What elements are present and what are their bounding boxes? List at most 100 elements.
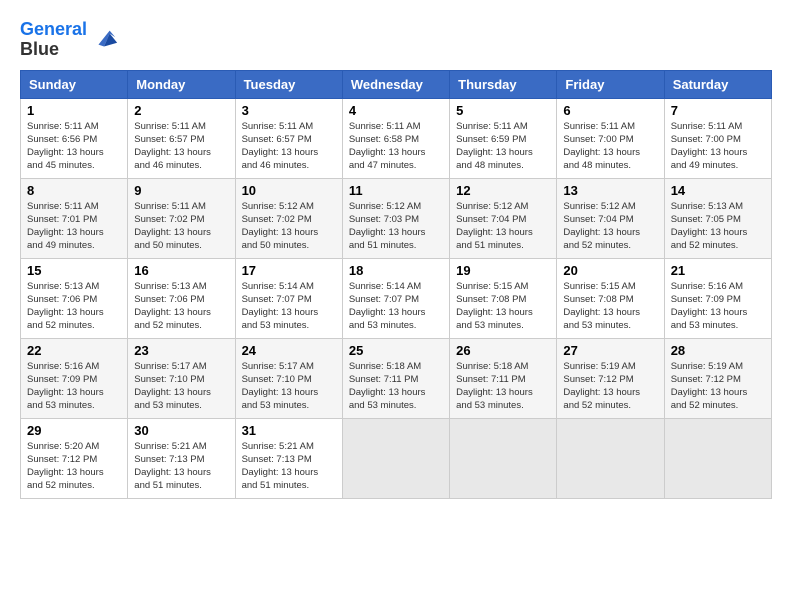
logo: GeneralBlue xyxy=(20,20,119,60)
calendar-cell: 15Sunrise: 5:13 AM Sunset: 7:06 PM Dayli… xyxy=(21,258,128,338)
day-info: Sunrise: 5:12 AM Sunset: 7:04 PM Dayligh… xyxy=(563,200,657,253)
calendar-cell: 19 Sunrise: 5:15 AM Sunset: 7:08 PM Dayli… xyxy=(450,258,557,338)
day-info: Sunrise: 5:15 AM Sunset: 7:08 PM Dayligh… xyxy=(456,280,550,333)
day-info: Sunrise: 5:14 AM Sunset: 7:07 PM Dayligh… xyxy=(242,280,336,333)
day-info: Sunrise: 5:16 AM Sunset: 7:09 PM Dayligh… xyxy=(671,280,765,333)
day-info: Sunrise: 5:19 AM Sunset: 7:12 PM Dayligh… xyxy=(671,360,765,413)
calendar-cell xyxy=(557,418,664,498)
calendar-cell: 28 Sunrise: 5:19 AM Sunset: 7:12 PM Dayli… xyxy=(664,338,771,418)
day-number: 11 xyxy=(349,183,443,198)
day-number: 28 xyxy=(671,343,765,358)
day-number: 7 xyxy=(671,103,765,118)
calendar-cell: 13 Sunrise: 5:12 AM Sunset: 7:04 PM Dayli… xyxy=(557,178,664,258)
day-info: Sunrise: 5:11 AM Sunset: 6:57 PM Dayligh… xyxy=(134,120,228,173)
weekday-header-row: SundayMondayTuesdayWednesdayThursdayFrid… xyxy=(21,70,772,98)
day-number: 1 xyxy=(27,103,121,118)
day-number: 13 xyxy=(563,183,657,198)
weekday-header-thursday: Thursday xyxy=(450,70,557,98)
calendar-week-row: 15Sunrise: 5:13 AM Sunset: 7:06 PM Dayli… xyxy=(21,258,772,338)
calendar-cell: 9 Sunrise: 5:11 AM Sunset: 7:02 PM Daylig… xyxy=(128,178,235,258)
calendar-week-row: 8 Sunrise: 5:11 AM Sunset: 7:01 PM Daylig… xyxy=(21,178,772,258)
calendar-cell: 12Sunrise: 5:12 AM Sunset: 7:04 PM Dayli… xyxy=(450,178,557,258)
day-info: Sunrise: 5:11 AM Sunset: 6:58 PM Dayligh… xyxy=(349,120,443,173)
day-info: Sunrise: 5:11 AM Sunset: 7:01 PM Dayligh… xyxy=(27,200,121,253)
day-number: 21 xyxy=(671,263,765,278)
day-info: Sunrise: 5:17 AM Sunset: 7:10 PM Dayligh… xyxy=(134,360,228,413)
calendar-week-row: 1 Sunrise: 5:11 AM Sunset: 6:56 PM Daylig… xyxy=(21,98,772,178)
weekday-header-saturday: Saturday xyxy=(664,70,771,98)
calendar-cell: 17 Sunrise: 5:14 AM Sunset: 7:07 PM Dayli… xyxy=(235,258,342,338)
calendar-week-row: 22Sunrise: 5:16 AM Sunset: 7:09 PM Dayli… xyxy=(21,338,772,418)
calendar-cell: 4 Sunrise: 5:11 AM Sunset: 6:58 PM Daylig… xyxy=(342,98,449,178)
calendar-cell xyxy=(450,418,557,498)
day-info: Sunrise: 5:11 AM Sunset: 6:56 PM Dayligh… xyxy=(27,120,121,173)
day-number: 3 xyxy=(242,103,336,118)
day-number: 24 xyxy=(242,343,336,358)
weekday-header-monday: Monday xyxy=(128,70,235,98)
day-number: 14 xyxy=(671,183,765,198)
day-info: Sunrise: 5:18 AM Sunset: 7:11 PM Dayligh… xyxy=(349,360,443,413)
day-number: 8 xyxy=(27,183,121,198)
logo-icon xyxy=(91,26,119,54)
day-number: 26 xyxy=(456,343,550,358)
day-info: Sunrise: 5:20 AM Sunset: 7:12 PM Dayligh… xyxy=(27,440,121,493)
calendar-cell: 3 Sunrise: 5:11 AM Sunset: 6:57 PM Daylig… xyxy=(235,98,342,178)
calendar-cell: 6 Sunrise: 5:11 AM Sunset: 7:00 PM Daylig… xyxy=(557,98,664,178)
day-number: 4 xyxy=(349,103,443,118)
calendar-cell xyxy=(342,418,449,498)
calendar-cell: 7 Sunrise: 5:11 AM Sunset: 7:00 PM Daylig… xyxy=(664,98,771,178)
day-info: Sunrise: 5:13 AM Sunset: 7:05 PM Dayligh… xyxy=(671,200,765,253)
weekday-header-wednesday: Wednesday xyxy=(342,70,449,98)
day-number: 9 xyxy=(134,183,228,198)
calendar-cell: 5Sunrise: 5:11 AM Sunset: 6:59 PM Daylig… xyxy=(450,98,557,178)
calendar-cell: 8 Sunrise: 5:11 AM Sunset: 7:01 PM Daylig… xyxy=(21,178,128,258)
calendar-table: SundayMondayTuesdayWednesdayThursdayFrid… xyxy=(20,70,772,499)
day-number: 30 xyxy=(134,423,228,438)
day-number: 27 xyxy=(563,343,657,358)
day-number: 2 xyxy=(134,103,228,118)
day-number: 6 xyxy=(563,103,657,118)
day-info: Sunrise: 5:11 AM Sunset: 6:57 PM Dayligh… xyxy=(242,120,336,173)
calendar-cell: 11 Sunrise: 5:12 AM Sunset: 7:03 PM Dayli… xyxy=(342,178,449,258)
calendar-cell: 24 Sunrise: 5:17 AM Sunset: 7:10 PM Dayli… xyxy=(235,338,342,418)
calendar-cell: 18Sunrise: 5:14 AM Sunset: 7:07 PM Dayli… xyxy=(342,258,449,338)
calendar-cell: 25 Sunrise: 5:18 AM Sunset: 7:11 PM Dayli… xyxy=(342,338,449,418)
calendar-cell: 31Sunrise: 5:21 AM Sunset: 7:13 PM Dayli… xyxy=(235,418,342,498)
day-number: 16 xyxy=(134,263,228,278)
calendar-cell: 26 Sunrise: 5:18 AM Sunset: 7:11 PM Dayli… xyxy=(450,338,557,418)
day-info: Sunrise: 5:13 AM Sunset: 7:06 PM Dayligh… xyxy=(134,280,228,333)
day-info: Sunrise: 5:11 AM Sunset: 7:00 PM Dayligh… xyxy=(671,120,765,173)
weekday-header-friday: Friday xyxy=(557,70,664,98)
logo-text: GeneralBlue xyxy=(20,20,87,60)
day-info: Sunrise: 5:18 AM Sunset: 7:11 PM Dayligh… xyxy=(456,360,550,413)
calendar-cell: 27 Sunrise: 5:19 AM Sunset: 7:12 PM Dayli… xyxy=(557,338,664,418)
day-number: 12 xyxy=(456,183,550,198)
calendar-week-row: 29Sunrise: 5:20 AM Sunset: 7:12 PM Dayli… xyxy=(21,418,772,498)
day-info: Sunrise: 5:13 AM Sunset: 7:06 PM Dayligh… xyxy=(27,280,121,333)
weekday-header-tuesday: Tuesday xyxy=(235,70,342,98)
day-info: Sunrise: 5:11 AM Sunset: 7:00 PM Dayligh… xyxy=(563,120,657,173)
day-info: Sunrise: 5:21 AM Sunset: 7:13 PM Dayligh… xyxy=(134,440,228,493)
day-number: 17 xyxy=(242,263,336,278)
day-number: 25 xyxy=(349,343,443,358)
day-info: Sunrise: 5:15 AM Sunset: 7:08 PM Dayligh… xyxy=(563,280,657,333)
calendar-cell xyxy=(664,418,771,498)
calendar-cell: 10 Sunrise: 5:12 AM Sunset: 7:02 PM Dayli… xyxy=(235,178,342,258)
day-number: 20 xyxy=(563,263,657,278)
day-number: 5 xyxy=(456,103,550,118)
day-number: 23 xyxy=(134,343,228,358)
calendar-cell: 16 Sunrise: 5:13 AM Sunset: 7:06 PM Dayli… xyxy=(128,258,235,338)
weekday-header-sunday: Sunday xyxy=(21,70,128,98)
calendar-cell: 23 Sunrise: 5:17 AM Sunset: 7:10 PM Dayli… xyxy=(128,338,235,418)
day-info: Sunrise: 5:17 AM Sunset: 7:10 PM Dayligh… xyxy=(242,360,336,413)
calendar-cell: 2 Sunrise: 5:11 AM Sunset: 6:57 PM Daylig… xyxy=(128,98,235,178)
calendar-cell: 29Sunrise: 5:20 AM Sunset: 7:12 PM Dayli… xyxy=(21,418,128,498)
day-number: 10 xyxy=(242,183,336,198)
day-info: Sunrise: 5:12 AM Sunset: 7:02 PM Dayligh… xyxy=(242,200,336,253)
calendar-cell: 20 Sunrise: 5:15 AM Sunset: 7:08 PM Dayli… xyxy=(557,258,664,338)
day-number: 19 xyxy=(456,263,550,278)
day-info: Sunrise: 5:11 AM Sunset: 7:02 PM Dayligh… xyxy=(134,200,228,253)
calendar-cell: 21 Sunrise: 5:16 AM Sunset: 7:09 PM Dayli… xyxy=(664,258,771,338)
day-info: Sunrise: 5:12 AM Sunset: 7:03 PM Dayligh… xyxy=(349,200,443,253)
day-info: Sunrise: 5:19 AM Sunset: 7:12 PM Dayligh… xyxy=(563,360,657,413)
